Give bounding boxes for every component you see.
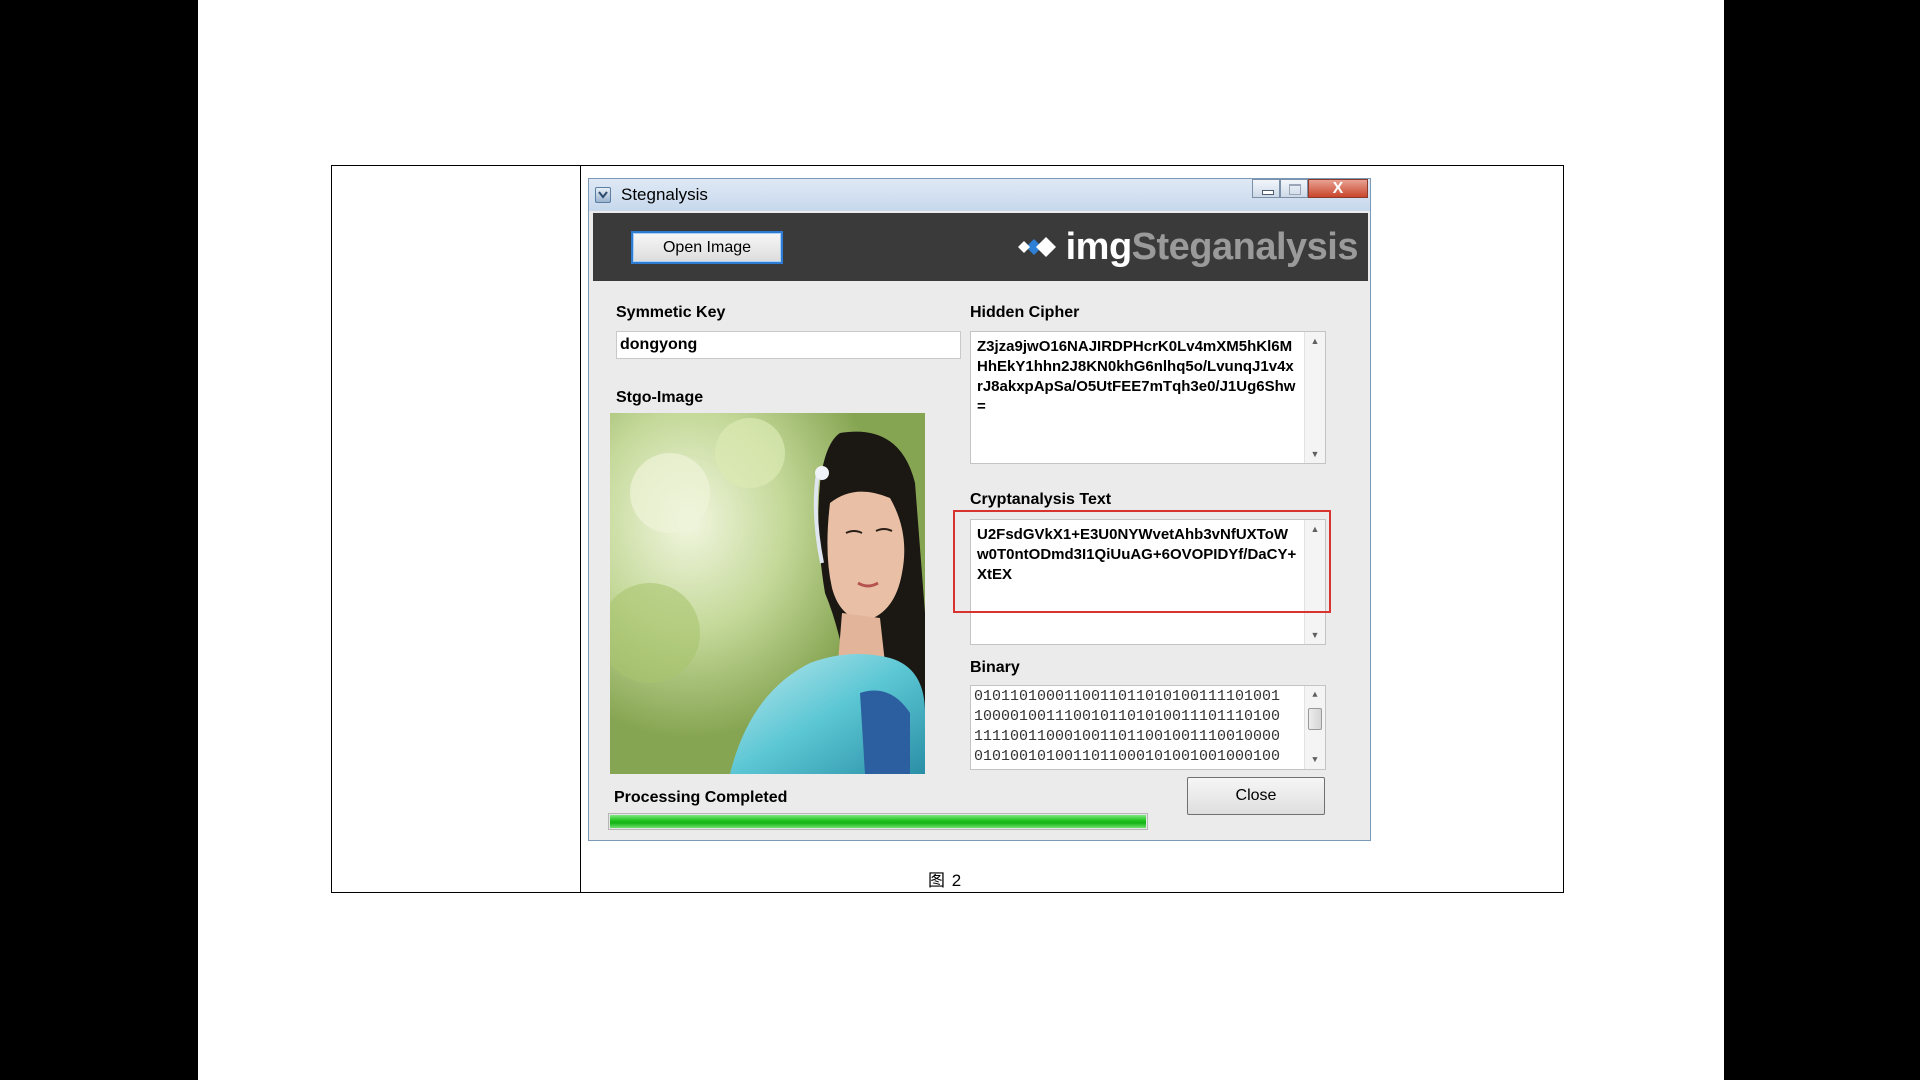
close-glyph: X xyxy=(1332,180,1344,197)
binary-line: 0101001010011011000101001001000100 xyxy=(974,748,1281,765)
binary-line: 0101101000110011011010100111101001 xyxy=(974,688,1281,705)
progress-bar xyxy=(608,813,1148,830)
logo-text-img: img xyxy=(1065,225,1133,268)
status-label: Processing Completed xyxy=(614,789,788,806)
symmetric-key-field[interactable]: dongyong xyxy=(616,331,961,359)
window-controls: X xyxy=(1252,179,1368,199)
open-image-button[interactable]: Open Image xyxy=(631,231,783,264)
binary-textarea[interactable]: 0101101000110011011010100111101001 10000… xyxy=(970,685,1326,770)
binary-label: Binary xyxy=(970,659,1020,676)
scroll-up-icon[interactable]: ▲ xyxy=(1305,332,1325,350)
binary-line: 1000010011100101101010011101110100 xyxy=(974,708,1281,725)
hidden-cipher-text: Z3jza9jwO16NAJIRDPHcrK0Lv4mXM5hKl6MHhEkY… xyxy=(977,338,1296,415)
minimize-icon[interactable] xyxy=(1252,179,1280,198)
cipher-scrollbar[interactable]: ▲ ▼ xyxy=(1304,332,1325,463)
hidden-cipher-label: Hidden Cipher xyxy=(970,304,1080,321)
scroll-down-icon[interactable]: ▼ xyxy=(1305,626,1325,644)
binary-scrollbar[interactable]: ▲ ▼ xyxy=(1304,686,1325,769)
scroll-down-icon[interactable]: ▼ xyxy=(1305,445,1325,463)
close-button[interactable]: Close xyxy=(1187,777,1325,815)
hidden-cipher-textarea[interactable]: Z3jza9jwO16NAJIRDPHcrK0Lv4mXM5hKl6MHhEkY… xyxy=(970,331,1326,464)
figure-caption: 图 2 xyxy=(928,871,963,890)
scroll-down-icon[interactable]: ▼ xyxy=(1305,751,1325,769)
logo: img Steganalysis xyxy=(1016,223,1359,271)
stego-image xyxy=(610,413,925,774)
title-bar[interactable]: Stegnalysis X xyxy=(589,179,1370,211)
close-icon[interactable]: X xyxy=(1308,179,1368,198)
symmetric-key-label: Symmetic Key xyxy=(616,304,726,321)
highlight-box xyxy=(953,510,1331,613)
scroll-up-icon[interactable]: ▲ xyxy=(1305,686,1325,704)
app-header: Open Image img Steganalysis xyxy=(593,213,1368,281)
logo-text-steganalysis: Steganalysis xyxy=(1131,225,1359,268)
cryptanalysis-label: Cryptanalysis Text xyxy=(970,491,1112,508)
binary-line: 1111001100010011011001001110010000 xyxy=(974,728,1281,745)
stego-image-label: Stgo-Image xyxy=(616,389,704,406)
app-window: Stegnalysis X Open Image img Steganalysis… xyxy=(588,178,1371,841)
diamond-logo-icon xyxy=(1017,237,1056,257)
progress-fill xyxy=(610,815,1146,828)
table-divider xyxy=(580,166,581,892)
app-icon xyxy=(595,187,611,203)
binary-lines: 0101101000110011011010100111101001 10000… xyxy=(974,687,1303,767)
scroll-thumb[interactable] xyxy=(1308,708,1322,730)
window-title: Stegnalysis xyxy=(621,185,708,204)
maximize-icon[interactable] xyxy=(1280,179,1308,198)
